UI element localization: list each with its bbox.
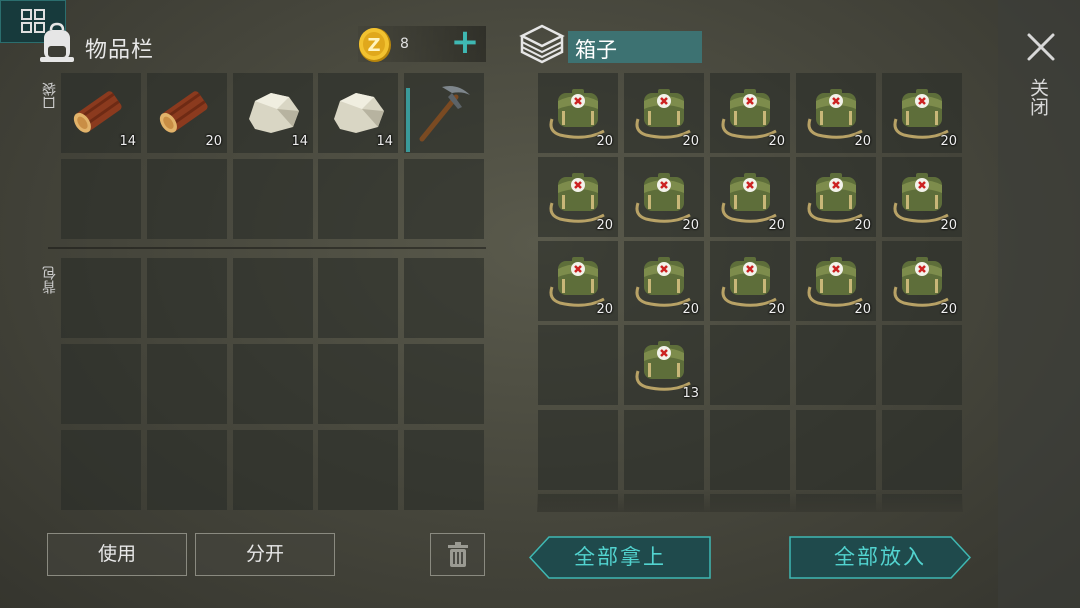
backpack-slot[interactable] [318, 430, 398, 510]
container-slot[interactable]: 20 [882, 157, 962, 237]
take-all-button[interactable]: 全部拿上 [529, 536, 711, 579]
container-slot[interactable]: 20 [624, 241, 704, 321]
split-button[interactable]: 分开 [195, 533, 335, 576]
backpack-slot[interactable] [61, 430, 141, 510]
item-count: 13 [682, 386, 699, 401]
trash-icon [448, 542, 468, 567]
backpack-slot[interactable] [147, 430, 227, 510]
item-count: 20 [682, 134, 699, 149]
item-count: 20 [940, 218, 957, 233]
close-icon[interactable] [1022, 28, 1060, 66]
inventory-title: 物品栏 [85, 38, 155, 63]
item-count: 20 [682, 302, 699, 317]
item-count: 20 [940, 302, 957, 317]
backpack-slot[interactable] [233, 430, 313, 510]
backpack-slot[interactable] [61, 344, 141, 424]
put-all-label: 全部放入 [834, 545, 926, 569]
backpack-slot[interactable] [147, 258, 227, 338]
add-coins-button[interactable]: + [450, 25, 480, 61]
item-count: 20 [596, 302, 613, 317]
hotbar-slot[interactable]: 14 [318, 73, 398, 153]
hotbar-slot[interactable]: 14 [61, 73, 141, 153]
coin-icon: Z [359, 28, 391, 62]
close-label[interactable]: 关闭 [1027, 78, 1052, 116]
pocket-slot[interactable] [318, 159, 398, 239]
container-slot[interactable]: 20 [538, 73, 618, 153]
item-count: 20 [854, 218, 871, 233]
backpack-slot[interactable] [318, 258, 398, 338]
item-count: 20 [854, 302, 871, 317]
grid-scroll-fade [537, 490, 963, 512]
backpack-slot[interactable] [147, 344, 227, 424]
trash-button[interactable] [430, 533, 485, 576]
container-slot[interactable] [796, 325, 876, 405]
pocket-slot[interactable] [404, 159, 484, 239]
hotbar-slot[interactable]: 14 [233, 73, 313, 153]
container-slot[interactable]: 20 [710, 241, 790, 321]
item-count: 20 [596, 134, 613, 149]
container-slot[interactable] [624, 410, 704, 490]
backpack-slot[interactable] [404, 344, 484, 424]
backpack-slot[interactable] [233, 258, 313, 338]
container-slot[interactable] [710, 410, 790, 490]
use-button[interactable]: 使用 [47, 533, 187, 576]
container-slot[interactable]: 20 [710, 157, 790, 237]
container-slot[interactable]: 20 [624, 73, 704, 153]
container-slot[interactable]: 20 [710, 73, 790, 153]
hotbar-slot[interactable] [404, 73, 484, 153]
backpack-slot[interactable] [233, 344, 313, 424]
container-slot[interactable] [796, 410, 876, 490]
pocket-label: 口袋 [42, 82, 58, 110]
pickaxe-icon [419, 86, 470, 142]
item-count: 20 [205, 134, 222, 149]
container-slot[interactable]: 20 [882, 241, 962, 321]
crate-icon [519, 24, 565, 64]
sort-grid-icon [21, 9, 45, 33]
item-count: 20 [768, 302, 785, 317]
backpack-slot[interactable] [61, 258, 141, 338]
item-count: 20 [596, 218, 613, 233]
pocket-backpack-divider [48, 247, 486, 249]
container-slot[interactable] [882, 325, 962, 405]
item-count: 20 [854, 134, 871, 149]
pocket-slot[interactable] [233, 159, 313, 239]
item-count: 14 [376, 134, 393, 149]
container-slot[interactable]: 20 [796, 241, 876, 321]
container-title: 箱子 [575, 38, 617, 62]
container-slot[interactable]: 13 [624, 325, 704, 405]
put-all-button[interactable]: 全部放入 [789, 536, 971, 579]
container-slot[interactable] [710, 325, 790, 405]
pocket-slot[interactable] [61, 159, 141, 239]
backpack-label: 背包 [42, 266, 58, 294]
item-count: 20 [768, 134, 785, 149]
item-count: 20 [940, 134, 957, 149]
container-slot[interactable]: 20 [882, 73, 962, 153]
pocket-slot[interactable] [147, 159, 227, 239]
hotbar-selection-marker [406, 88, 410, 152]
backpack-slot[interactable] [318, 344, 398, 424]
container-slot[interactable]: 20 [796, 157, 876, 237]
svg-text:Z: Z [367, 35, 380, 56]
backpack-slot[interactable] [404, 430, 484, 510]
container-slot[interactable]: 20 [538, 241, 618, 321]
item-count: 14 [291, 134, 308, 149]
container-slot[interactable] [882, 410, 962, 490]
hotbar-slot[interactable]: 20 [147, 73, 227, 153]
backpack-slot[interactable] [404, 258, 484, 338]
take-all-label: 全部拿上 [574, 545, 666, 569]
container-slot[interactable] [538, 410, 618, 490]
container-slot[interactable]: 20 [538, 157, 618, 237]
item-count: 20 [768, 218, 785, 233]
item-count: 20 [682, 218, 699, 233]
coin-count: 8 [400, 36, 409, 52]
item-count: 14 [119, 134, 136, 149]
container-slot[interactable] [538, 325, 618, 405]
container-slot[interactable]: 20 [624, 157, 704, 237]
container-slot[interactable]: 20 [796, 73, 876, 153]
